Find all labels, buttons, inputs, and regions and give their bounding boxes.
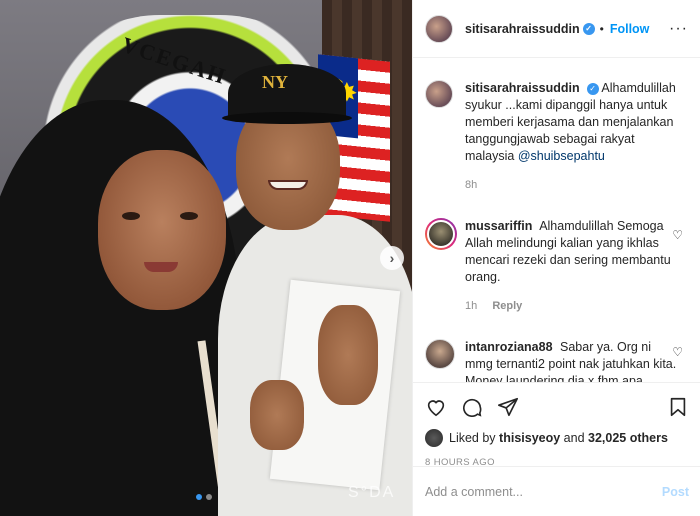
likes-user-link[interactable]: thisisyeoy (499, 431, 560, 445)
carousel-dot (206, 494, 212, 500)
heart-icon[interactable] (425, 396, 447, 418)
carousel-next-button[interactable]: › (380, 246, 404, 270)
avatar[interactable] (427, 220, 455, 248)
mouth (144, 262, 178, 272)
post-header: sitisarahraissuddin ✓ • Follow ··· (413, 0, 700, 58)
post-photo[interactable]: VCEGAH ✸ NY › S°DA (0, 0, 412, 516)
woman-face (98, 150, 226, 310)
comment-input[interactable] (425, 484, 662, 499)
photo-watermark: S°DA (348, 484, 396, 501)
avatar[interactable] (425, 429, 443, 447)
avatar[interactable] (425, 14, 453, 43)
bookmark-icon[interactable] (667, 396, 689, 418)
caption-time: 8h (465, 179, 478, 191)
reply-button[interactable]: Reply (492, 300, 522, 312)
cap-logo: NY (262, 72, 288, 92)
eye (180, 212, 198, 220)
comment-item: intanroziana88 Sabar ya. Org ni mmg tern… (425, 315, 689, 382)
post-actions: Liked by thisisyeoy and 32,025 others 8 … (413, 382, 700, 468)
eye (122, 212, 140, 220)
comment-username[interactable]: intanroziana88 (465, 340, 553, 354)
comment-composer: Post (413, 466, 700, 516)
caption-mention-link[interactable]: @shuibsepahtu (518, 149, 605, 163)
carousel-dots (196, 494, 212, 500)
thumbs-up-hand (250, 380, 304, 450)
post-caption: sitisarahraissuddin ✓ Alhamdulillah syuku… (425, 58, 689, 194)
post-comment-button[interactable]: Post (662, 485, 689, 499)
likes-prefix: Liked by (449, 431, 496, 445)
comment-icon[interactable] (461, 396, 483, 418)
author-username-text[interactable]: sitisarahraissuddin (465, 22, 580, 36)
header-separator: • (599, 21, 604, 36)
post-sidebar: sitisarahraissuddin ✓ • Follow ··· sitisa… (412, 0, 700, 516)
author-username[interactable]: sitisarahraissuddin ✓ (465, 22, 595, 36)
woman-hijab (0, 100, 240, 516)
comment-username[interactable]: mussariffin (465, 219, 532, 233)
follow-button[interactable]: Follow (610, 22, 650, 36)
ellipsis-icon[interactable]: ··· (669, 20, 688, 38)
like-comment-heart-icon[interactable]: ♡ (672, 345, 683, 359)
thumbs-up-hand (318, 305, 378, 405)
like-comment-heart-icon[interactable]: ♡ (672, 228, 683, 242)
avatar[interactable] (425, 80, 453, 108)
verified-badge-icon: ✓ (582, 23, 595, 36)
share-icon[interactable] (497, 396, 519, 418)
story-ring[interactable] (425, 218, 457, 250)
carousel-dot (196, 494, 202, 500)
verified-badge-icon: ✓ (586, 82, 599, 95)
likes-conjunction: and (563, 431, 585, 445)
cap-brim (222, 112, 352, 124)
likes-count-link[interactable]: 32,025 others (588, 431, 668, 445)
avatar[interactable] (425, 339, 455, 369)
likes-summary: Liked by thisisyeoy and 32,025 others (425, 429, 689, 447)
comment-time: 1h (465, 300, 478, 312)
caption-username[interactable]: sitisarahraissuddin (465, 81, 580, 95)
comment-item: mussariffin Alhamdulillah Semoga Allah m… (425, 194, 689, 315)
comments-list[interactable]: sitisarahraissuddin ✓ Alhamdulillah syuku… (413, 58, 700, 382)
smile (268, 180, 308, 190)
